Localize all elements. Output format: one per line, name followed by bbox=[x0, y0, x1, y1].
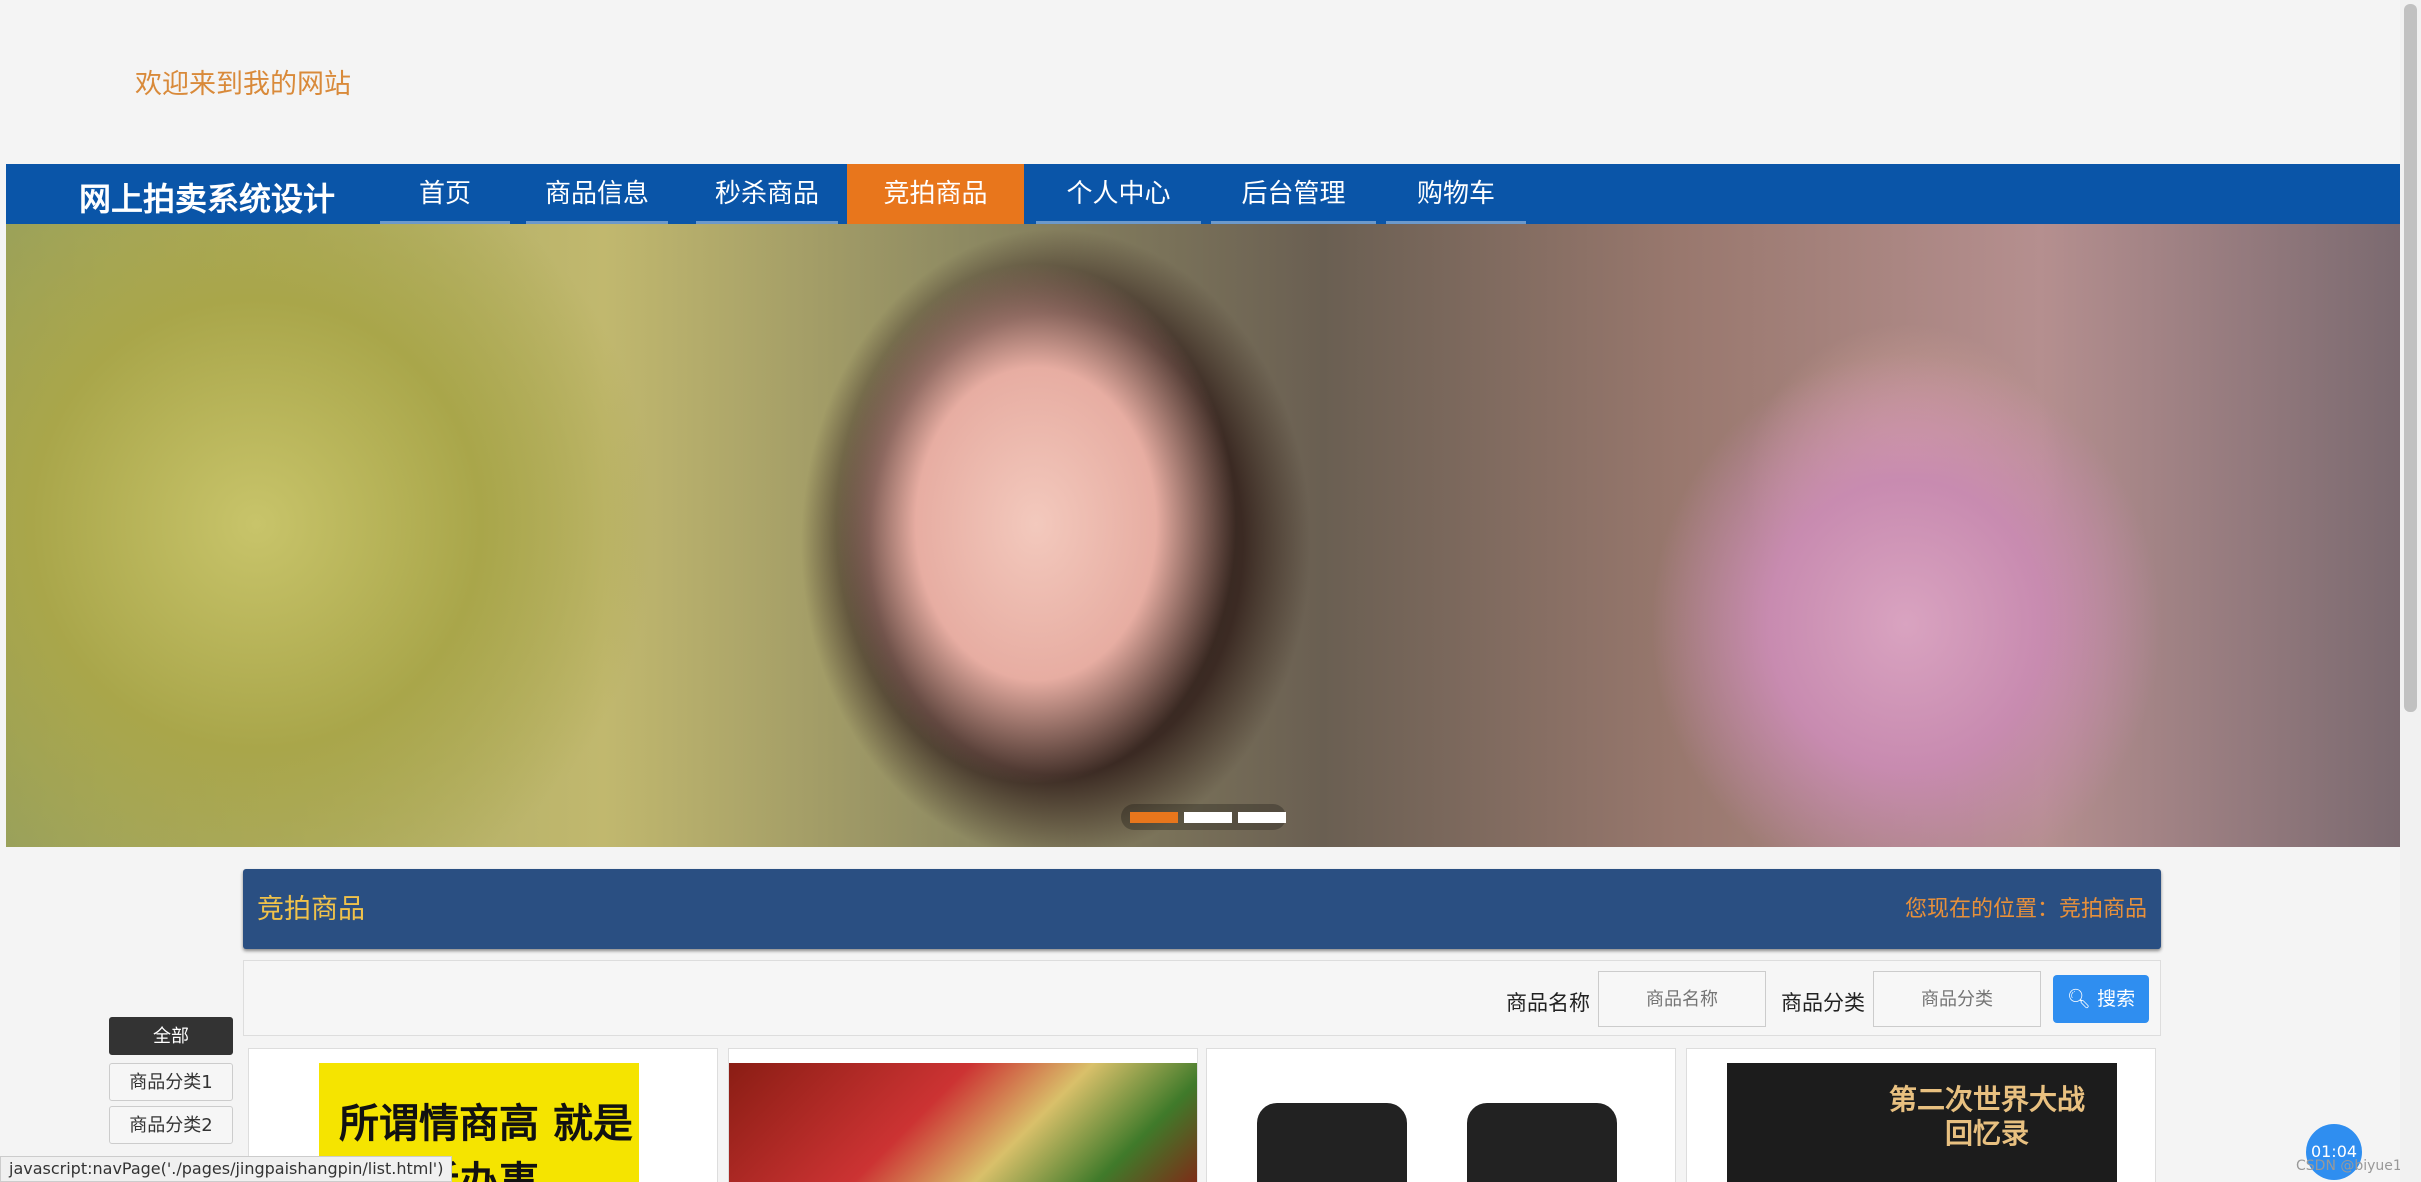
product-bottle-2 bbox=[1467, 1103, 1617, 1182]
category-all[interactable]: 全部 bbox=[109, 1017, 233, 1055]
scrollbar[interactable] bbox=[2400, 0, 2421, 1182]
name-label: 商品名称 bbox=[1506, 991, 1590, 1015]
nav-auction[interactable]: 竞拍商品 bbox=[847, 164, 1024, 224]
search-bar: 商品名称 商品分类 🔍︎ 搜索 bbox=[243, 960, 2161, 1036]
site-title[interactable]: 网上拍卖系统设计 bbox=[79, 174, 335, 220]
watermark-credit: CSDN @biyue13 bbox=[2296, 1158, 2411, 1174]
slider-dots bbox=[1121, 804, 1286, 830]
nav-cart[interactable]: 购物车 bbox=[1386, 164, 1526, 224]
product-card[interactable]: 第二次世界大战回忆录 bbox=[1686, 1048, 2156, 1182]
product-bottle-1 bbox=[1257, 1103, 1407, 1182]
product-image: 第二次世界大战回忆录 bbox=[1727, 1063, 2117, 1182]
scrollbar-thumb[interactable] bbox=[2404, 4, 2417, 712]
slider-dot-3[interactable] bbox=[1238, 812, 1286, 823]
section-title: 竞拍商品 bbox=[257, 894, 365, 925]
welcome-text: 欢迎来到我的网站 bbox=[135, 69, 351, 100]
section-header: 竞拍商品 您现在的位置：竞拍商品 bbox=[243, 869, 2161, 949]
product-image-text: 第二次世界大战回忆录 bbox=[1888, 1083, 2085, 1150]
nav-flash-sale[interactable]: 秒杀商品 bbox=[696, 164, 838, 224]
slider-dot-2[interactable] bbox=[1184, 812, 1232, 823]
nav-home[interactable]: 首页 bbox=[380, 164, 510, 224]
search-button-label: 搜索 bbox=[2097, 988, 2136, 1010]
top-navigation: 网上拍卖系统设计 首页 商品信息 秒杀商品 竞拍商品 个人中心 后台管理 购物车 bbox=[6, 164, 2400, 224]
browser-status-bar: javascript:navPage('./pages/jingpaishang… bbox=[0, 1156, 453, 1182]
category-1[interactable]: 商品分类1 bbox=[109, 1063, 233, 1101]
search-button[interactable]: 🔍︎ 搜索 bbox=[2053, 975, 2149, 1023]
product-image bbox=[729, 1063, 1197, 1182]
page: 欢迎来到我的网站 网上拍卖系统设计 首页 商品信息 秒杀商品 竞拍商品 个人中心… bbox=[0, 0, 2421, 1182]
breadcrumb: 您现在的位置：竞拍商品 bbox=[1904, 897, 2147, 922]
product-image bbox=[1207, 1063, 1675, 1182]
category-label: 商品分类 bbox=[1781, 991, 1865, 1015]
search-icon: 🔍︎ bbox=[2066, 988, 2092, 1010]
nav-admin[interactable]: 后台管理 bbox=[1211, 164, 1376, 224]
nav-product-info[interactable]: 商品信息 bbox=[526, 164, 668, 224]
banner-image[interactable] bbox=[6, 224, 2400, 847]
category-2[interactable]: 商品分类2 bbox=[109, 1106, 233, 1144]
name-search-input[interactable] bbox=[1598, 971, 1766, 1027]
nav-personal-center[interactable]: 个人中心 bbox=[1036, 164, 1201, 224]
product-card[interactable] bbox=[728, 1048, 1198, 1182]
slider-dot-1[interactable] bbox=[1130, 812, 1178, 823]
product-card[interactable] bbox=[1206, 1048, 1676, 1182]
category-search-input[interactable] bbox=[1873, 971, 2041, 1027]
